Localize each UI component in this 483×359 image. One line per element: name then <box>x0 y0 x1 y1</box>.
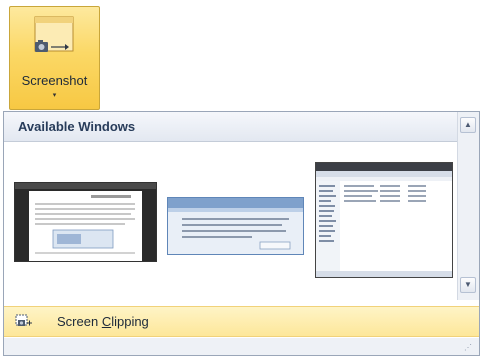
grip-icon: ⋰ <box>464 343 473 352</box>
window-thumbnail[interactable] <box>167 197 304 255</box>
screenshot-dropdown-panel: Available Windows ▲ ▼ Screen Clipping ⋰ <box>3 111 480 356</box>
scroll-down-icon[interactable]: ▼ <box>460 277 476 293</box>
screen-clipping-menu-item[interactable]: Screen Clipping <box>4 306 479 337</box>
available-windows-title: Available Windows <box>18 119 136 134</box>
available-windows-gallery <box>4 142 459 302</box>
gallery-scrollbar[interactable]: ▲ ▼ <box>457 112 479 300</box>
window-thumbnail[interactable] <box>14 182 157 262</box>
chevron-down-icon[interactable]: ▾ <box>10 91 99 99</box>
scroll-up-icon[interactable]: ▲ <box>460 117 476 133</box>
screen-clipping-label: Screen Clipping <box>57 314 149 329</box>
available-windows-header: Available Windows <box>4 112 459 142</box>
screenshot-icon <box>29 15 79 61</box>
resize-grip[interactable]: ⋰ <box>4 338 479 355</box>
screenshot-button[interactable]: Screenshot ▾ <box>9 6 100 110</box>
screenshot-label: Screenshot <box>21 73 88 88</box>
screen-clipping-icon <box>15 313 35 330</box>
window-thumbnail[interactable] <box>315 162 453 278</box>
